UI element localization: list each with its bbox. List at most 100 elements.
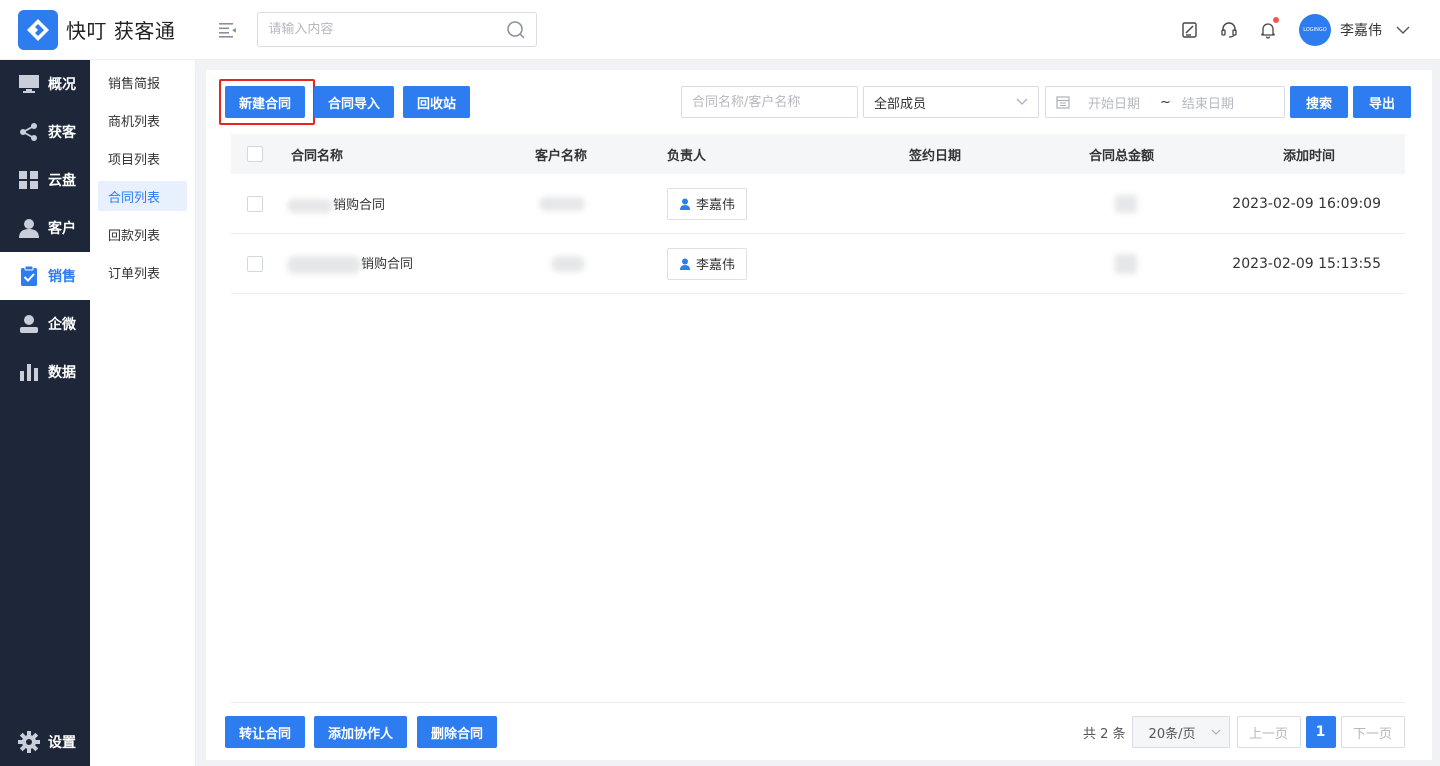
sidebar-item-overview[interactable]: 概况 [0, 60, 90, 108]
share-icon [20, 123, 37, 141]
sidebar-item-label: 设置 [48, 735, 76, 751]
redacted-text [551, 255, 585, 272]
person-icon [20, 315, 38, 333]
contract-name-filter [681, 86, 858, 118]
submenu-sales-brief[interactable]: 销售简报 [98, 67, 187, 97]
redacted-text [1115, 194, 1137, 213]
prev-page-button[interactable]: 上一页 [1236, 716, 1301, 748]
clipboard-check-icon [21, 266, 37, 286]
column-added-time[interactable]: 添加时间 [1283, 145, 1335, 164]
notifications-button[interactable] [1257, 16, 1279, 41]
footer-divider [231, 702, 1405, 703]
edit-note-button[interactable] [1179, 19, 1201, 41]
avatar-text: LOGINGO [1303, 26, 1327, 33]
contract-list-panel: 新建合同 合同导入 回收站 全部成员 开始日期 ~ 结束日期 搜索 导出 合同名… [206, 70, 1432, 760]
bell-icon [1261, 22, 1275, 39]
contract-name-cell[interactable]: 销购合同 [287, 194, 385, 213]
grid-icon [19, 171, 38, 189]
column-total-amount[interactable]: 合同总金额 [1089, 145, 1154, 164]
avatar[interactable]: LOGINGO [1299, 13, 1331, 46]
import-contract-button[interactable]: 合同导入 [314, 86, 395, 118]
export-button[interactable]: 导出 [1353, 86, 1411, 118]
redacted-text [287, 255, 361, 274]
current-page-button[interactable]: 1 [1305, 716, 1336, 748]
collapse-menu-button[interactable] [217, 19, 239, 41]
chevron-down-icon [1396, 26, 1410, 34]
page-size-value: 20条/页 [1148, 726, 1196, 742]
row-checkbox[interactable] [247, 195, 263, 212]
sidebar-item-label: 企微 [48, 317, 76, 333]
table-header: 合同名称 客户名称 负责人 签约日期 合同总金额 添加时间 [231, 134, 1405, 174]
recycle-bin-button[interactable]: 回收站 [403, 86, 471, 118]
search-button[interactable]: 搜索 [1290, 86, 1348, 118]
bar-chart-icon [20, 364, 38, 381]
start-date-placeholder: 开始日期 [1088, 96, 1141, 112]
sidebar-item-settings[interactable]: 设置 [0, 718, 90, 766]
date-range-picker[interactable]: 开始日期 ~ 结束日期 [1045, 86, 1285, 118]
added-time-cell: 2023-02-09 15:13:55 [1232, 255, 1381, 272]
contract-name-text: 销购合同 [333, 198, 386, 213]
sub-menu: 销售简报 商机列表 项目列表 合同列表 回款列表 订单列表 [90, 60, 196, 766]
sidebar-item-data[interactable]: 数据 [0, 348, 90, 396]
submenu-payment-list[interactable]: 回款列表 [98, 219, 187, 249]
brand-name: 快叮 获客通 [66, 19, 176, 43]
chevron-down-icon [1211, 729, 1220, 735]
member-select[interactable]: 全部成员 [863, 86, 1039, 118]
column-sign-date[interactable]: 签约日期 [909, 145, 961, 164]
submenu-order-list[interactable]: 订单列表 [98, 257, 187, 287]
add-collaborator-button[interactable]: 添加协作人 [314, 716, 408, 748]
sidebar-item-label: 云盘 [48, 173, 76, 189]
customer-service-button[interactable] [1218, 19, 1240, 41]
redacted-text [1115, 253, 1137, 274]
app-logo[interactable] [18, 9, 58, 50]
user-icon [19, 219, 39, 238]
sidebar-item-cloud[interactable]: 云盘 [0, 156, 90, 204]
member-select-value: 全部成员 [874, 96, 927, 112]
owner-tag[interactable]: 李嘉伟 [667, 187, 747, 220]
owner-name: 李嘉伟 [695, 258, 735, 273]
contract-name-input[interactable] [692, 94, 847, 110]
owner-tag[interactable]: 李嘉伟 [667, 247, 747, 280]
calendar-icon [1056, 96, 1070, 109]
column-owner[interactable]: 负责人 [667, 145, 706, 164]
column-contract-name[interactable]: 合同名称 [291, 145, 343, 164]
table-row[interactable]: 销购合同 李嘉伟 2023-02-09 16:09:09 [231, 174, 1405, 234]
page-size-select[interactable]: 20条/页 [1131, 716, 1230, 748]
row-checkbox[interactable] [247, 255, 263, 272]
new-contract-button[interactable]: 新建合同 [225, 86, 306, 118]
customer-name-cell [551, 255, 585, 272]
headset-icon [1221, 21, 1237, 38]
next-page-button[interactable]: 下一页 [1340, 716, 1405, 748]
sidebar-item-label: 销售 [48, 269, 76, 285]
end-date-placeholder: 结束日期 [1181, 96, 1234, 112]
sidebar-item-customer[interactable]: 客户 [0, 204, 90, 252]
date-separator: ~ [1160, 94, 1171, 110]
sidebar-item-label: 获客 [48, 125, 76, 141]
sidebar-item-sales[interactable]: 销售 [0, 252, 90, 300]
select-all-checkbox[interactable] [247, 146, 263, 162]
contract-name-cell[interactable]: 销购合同 [287, 253, 413, 274]
column-customer-name[interactable]: 客户名称 [535, 145, 587, 164]
user-icon [679, 198, 690, 210]
redacted-text [287, 198, 333, 213]
transfer-contract-button[interactable]: 转让合同 [225, 716, 306, 748]
monitor-icon [19, 75, 39, 93]
contract-name-text: 销购合同 [361, 257, 414, 273]
submenu-project-list[interactable]: 项目列表 [98, 143, 187, 173]
username[interactable]: 李嘉伟 [1340, 20, 1382, 40]
table-row[interactable]: 销购合同 李嘉伟 2023-02-09 15:13:55 [231, 234, 1405, 294]
user-icon [679, 258, 690, 270]
submenu-contract-list[interactable]: 合同列表 [98, 181, 187, 211]
search-icon[interactable] [506, 20, 526, 40]
sidebar-item-wecom[interactable]: 企微 [0, 300, 90, 348]
total-amount-cell [1115, 194, 1137, 213]
submenu-opportunity-list[interactable]: 商机列表 [98, 105, 187, 135]
user-menu-toggle[interactable] [1396, 23, 1410, 37]
sidebar-item-acquire[interactable]: 获客 [0, 108, 90, 156]
search-input[interactable] [268, 22, 507, 37]
added-time-cell: 2023-02-09 16:09:09 [1232, 195, 1381, 212]
delete-contract-button[interactable]: 删除合同 [417, 716, 498, 748]
notification-badge [1273, 16, 1279, 23]
total-amount-cell [1115, 253, 1137, 274]
logo-icon [27, 18, 49, 41]
